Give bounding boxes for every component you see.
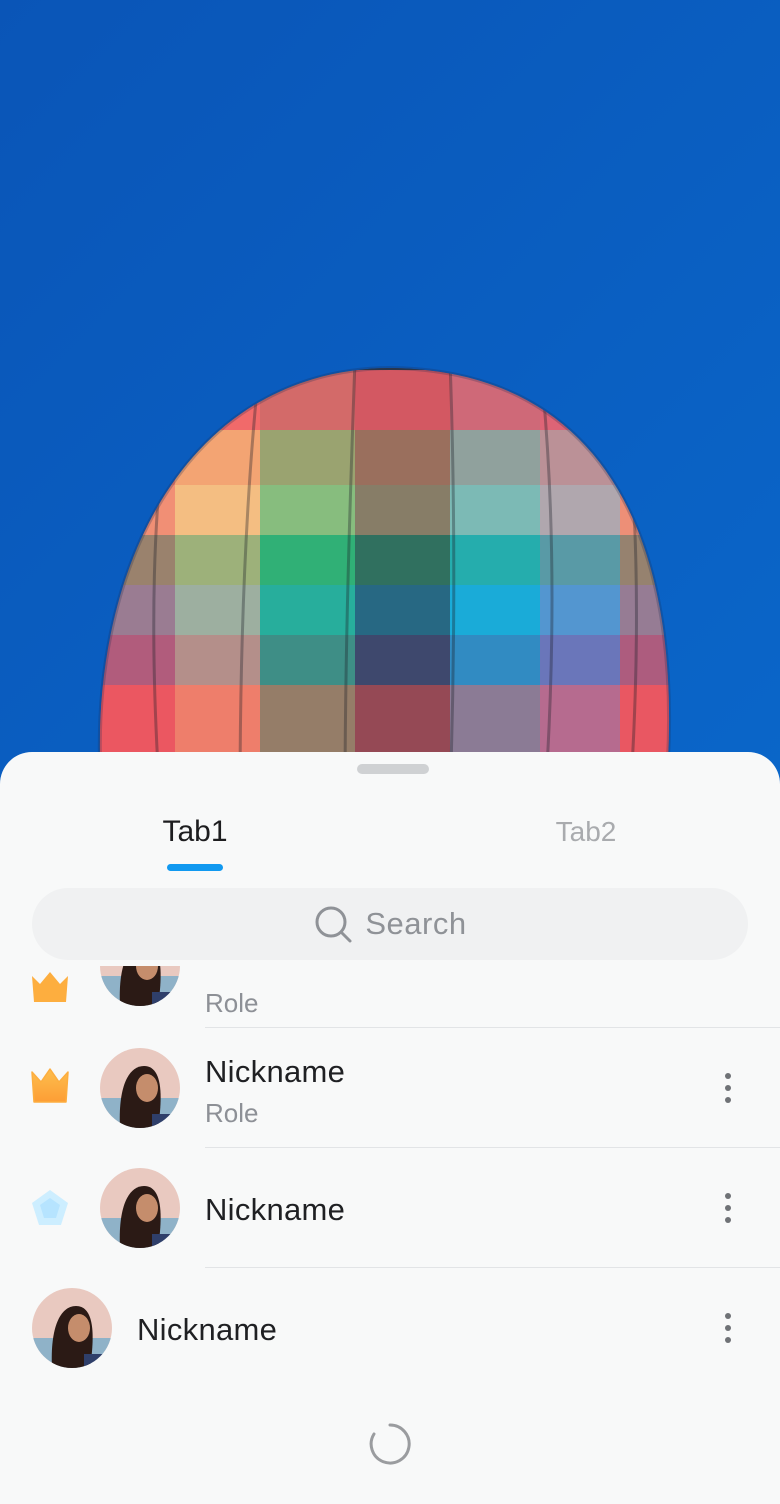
search-icon <box>315 906 352 943</box>
member-role: Role <box>205 1098 259 1128</box>
member-nickname: Nickname <box>205 1192 346 1227</box>
search-placeholder: Search <box>365 906 467 941</box>
more-options-icon[interactable] <box>716 1068 740 1108</box>
member-nickname: Nickname <box>137 1312 278 1347</box>
loading-spinner-icon <box>369 1423 411 1465</box>
background-photo <box>0 0 780 800</box>
crown-icon <box>32 972 68 1002</box>
list-item[interactable]: Nickname <box>0 1148 780 1268</box>
list-item[interactable]: Role <box>0 966 780 1028</box>
member-nickname: Nickname <box>205 1054 346 1089</box>
drag-handle[interactable] <box>357 764 429 774</box>
member-list: Role Nickname Role Nickname Nickname <box>0 966 780 1386</box>
avatar[interactable] <box>32 1288 112 1368</box>
member-role: Role <box>205 988 259 1018</box>
search-bar[interactable]: Search <box>32 888 748 960</box>
tab-2[interactable]: Tab2 <box>486 802 686 862</box>
avatar[interactable] <box>100 966 180 1006</box>
more-options-icon[interactable] <box>716 1188 740 1228</box>
crown-icon <box>31 1068 69 1103</box>
bottom-sheet: Tab1 Tab2 Search Role Nickname Role Nick… <box>0 752 780 1504</box>
list-item[interactable]: Nickname Role <box>0 1028 780 1148</box>
tab-bar: Tab1 Tab2 <box>0 802 780 872</box>
list-item[interactable]: Nickname <box>0 1268 780 1386</box>
tab-1[interactable]: Tab1 <box>95 802 295 862</box>
avatar[interactable] <box>100 1168 180 1248</box>
active-tab-indicator <box>167 864 223 871</box>
more-options-icon[interactable] <box>716 1308 740 1348</box>
avatar[interactable] <box>100 1048 180 1128</box>
diamond-icon <box>32 1190 68 1225</box>
